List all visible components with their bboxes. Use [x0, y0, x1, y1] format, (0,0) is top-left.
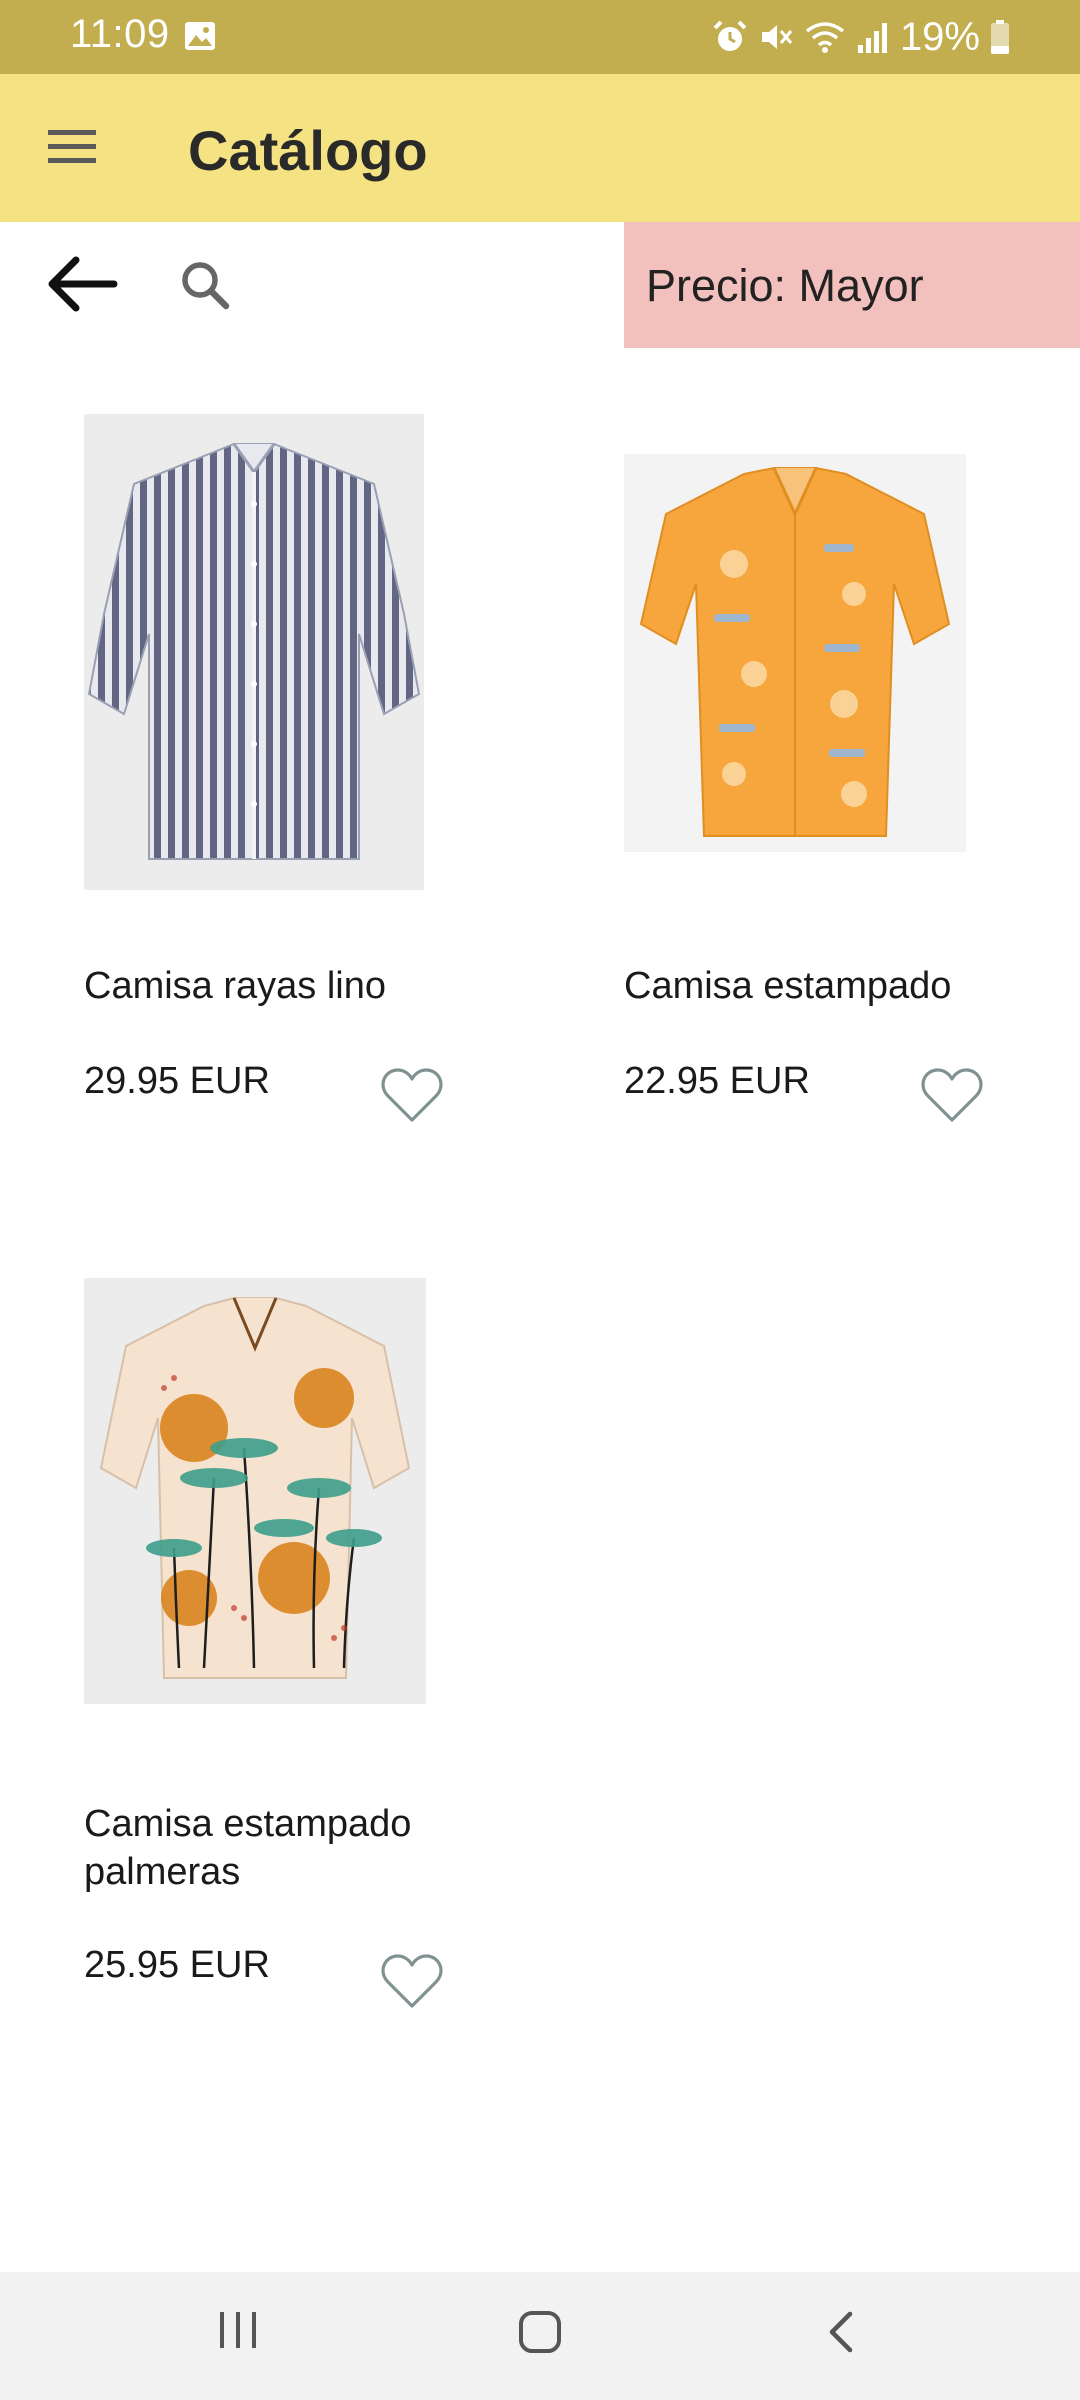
signal-icon [857, 23, 887, 53]
product-image-palm-print-shirt[interactable] [84, 1278, 426, 1704]
status-time: 11:09 [70, 12, 170, 56]
home-icon[interactable] [516, 2308, 564, 2356]
product-name: Camisa rayas lino [84, 965, 386, 1007]
alarm-icon [713, 20, 747, 51]
back-nav-icon[interactable] [822, 2308, 862, 2356]
page-title: Catálogo [188, 119, 428, 182]
sort-label: Precio: Mayor [646, 260, 924, 311]
status-bar: 11:09 19% [0, 0, 1080, 74]
battery-percent: 19% [899, 14, 980, 59]
app-bar: Catálogo [0, 74, 1080, 222]
navigation-bar [0, 2272, 1080, 2400]
product-price: 29.95 EUR [84, 1060, 270, 1102]
status-icons: 19% [712, 10, 1010, 64]
search-icon[interactable] [178, 258, 232, 314]
favorite-heart-icon[interactable] [920, 1066, 984, 1126]
mute-icon [761, 25, 793, 49]
product-image-orange-print-shirt[interactable] [624, 454, 966, 852]
sort-dropdown[interactable]: Precio: Mayor [624, 222, 1080, 348]
menu-icon[interactable] [46, 126, 98, 168]
recent-apps-icon[interactable] [216, 2308, 260, 2352]
product-name: Camisa estampado palmeras [84, 1803, 412, 1893]
product-price: 22.95 EUR [624, 1060, 810, 1102]
back-arrow-icon[interactable] [44, 252, 118, 316]
product-name: Camisa estampado [624, 965, 952, 1007]
image-icon [185, 22, 215, 50]
favorite-heart-icon[interactable] [380, 1952, 444, 2012]
favorite-heart-icon[interactable] [380, 1066, 444, 1126]
battery-icon [991, 20, 1009, 54]
product-image-striped-shirt[interactable] [84, 414, 424, 890]
product-price: 25.95 EUR [84, 1944, 270, 1986]
wifi-icon [805, 22, 845, 53]
